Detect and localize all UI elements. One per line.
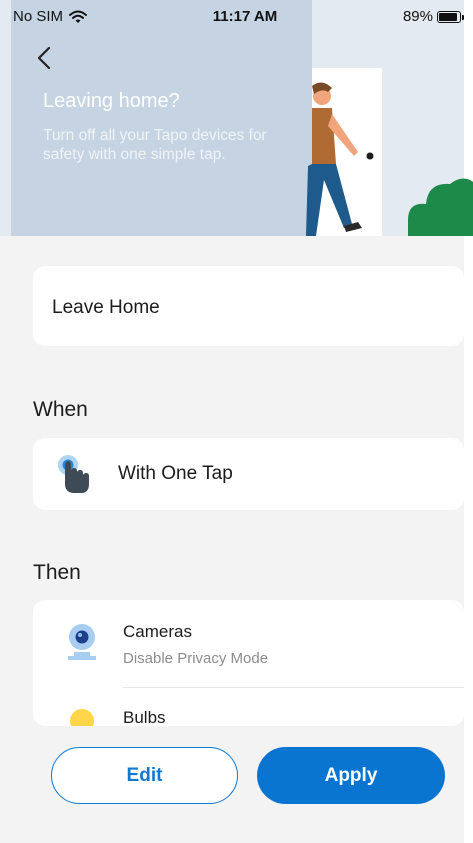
when-heading: When (33, 398, 88, 421)
device-action: Disable Privacy Mode (123, 650, 269, 667)
hero-title: Leaving home? (43, 90, 180, 112)
bush-shape (408, 178, 473, 236)
scene-name-card[interactable]: Leave Home (33, 266, 464, 346)
bulb-icon (70, 709, 94, 726)
trigger-label: With One Tap (118, 463, 233, 484)
device-name: Bulbs (123, 708, 166, 726)
scene-name: Leave Home (52, 297, 160, 318)
bottom-action-bar: Edit Apply (0, 726, 473, 843)
device-row-bulbs[interactable]: Bulbs (33, 688, 464, 726)
hero-description: Turn off all your Tapo devices for safet… (43, 127, 267, 163)
battery-percent: 89% (402, 8, 433, 25)
device-row-cameras[interactable]: Cameras Disable Privacy Mode (33, 600, 464, 686)
device-name: Cameras (123, 622, 192, 641)
then-devices-card: Cameras Disable Privacy Mode Bulbs (33, 600, 464, 726)
battery-icon (437, 10, 464, 23)
edit-button[interactable]: Edit (51, 747, 238, 804)
status-bar: No SIM 11:17 AM 89% (0, 0, 473, 36)
person-leaving-illustration (306, 68, 473, 236)
tap-finger-icon (58, 455, 89, 493)
screen: Leaving home? Turn off all your Tapo dev… (0, 0, 473, 843)
door-knob (366, 152, 374, 160)
apply-button[interactable]: Apply (257, 747, 445, 804)
status-right: 89% (402, 8, 464, 25)
back-chevron-icon[interactable] (33, 44, 57, 72)
camera-icon (68, 624, 96, 660)
battery-level-fill (439, 12, 457, 21)
when-trigger-row[interactable]: With One Tap (33, 438, 464, 510)
then-heading: Then (33, 561, 81, 584)
